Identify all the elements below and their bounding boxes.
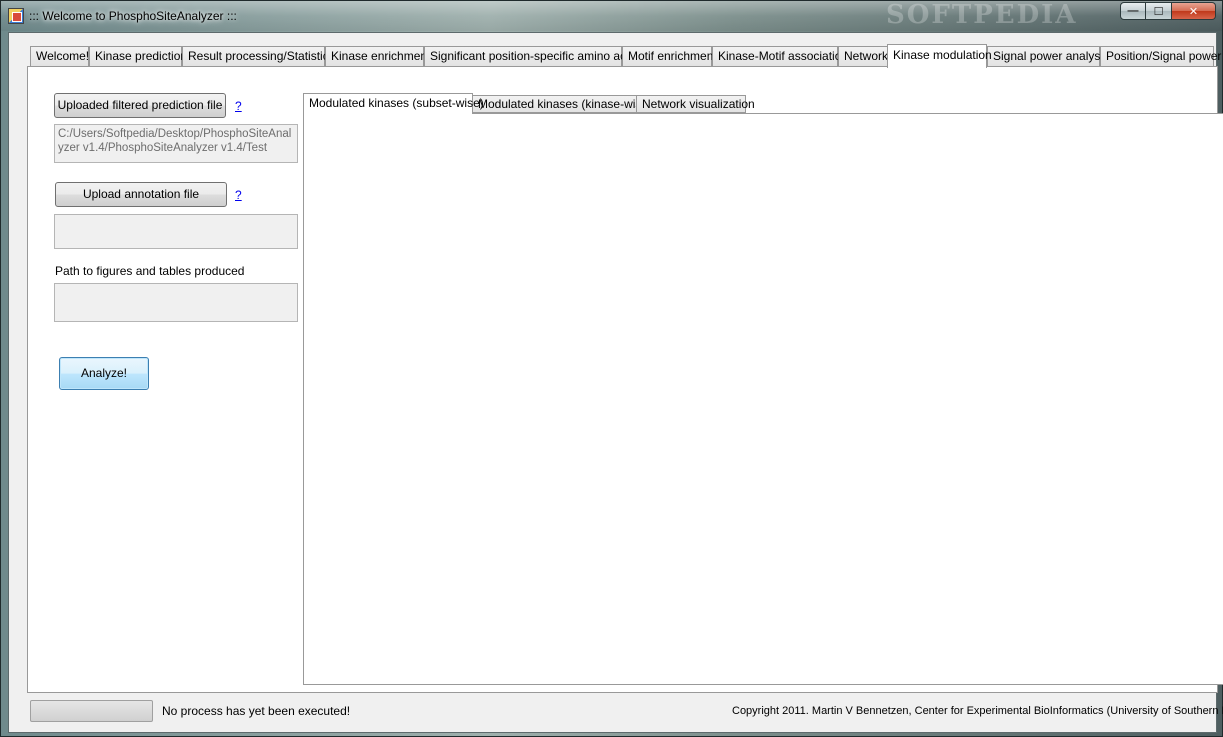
- tab-welcome[interactable]: Welcome!: [30, 46, 89, 67]
- prediction-file-path-field[interactable]: C:/Users/Softpedia/Desktop/PhosphoSiteAn…: [54, 124, 298, 163]
- subtab-network-visualization[interactable]: Network visualization: [636, 95, 755, 113]
- maximize-button[interactable]: ☐: [1146, 2, 1172, 20]
- output-path-label: Path to figures and tables produced: [55, 264, 245, 278]
- tab-network[interactable]: Network: [838, 46, 888, 67]
- minimize-button[interactable]: —: [1120, 2, 1146, 20]
- upload-annotation-file-button[interactable]: Upload annotation file: [55, 182, 227, 207]
- softpedia-watermark: SOFTPEDIA: [886, 0, 1078, 30]
- window-title: ::: Welcome to PhosphoSiteAnalyzer :::: [29, 9, 237, 23]
- subset-wise-content-panel: [303, 113, 1223, 685]
- copyright-text: Copyright 2011. Martin V Bennetzen, Cent…: [732, 705, 1223, 717]
- tab-position-signal-power[interactable]: Position/Signal power: [1100, 46, 1221, 67]
- tab-motif-enrichment[interactable]: Motif enrichment: [622, 46, 717, 67]
- help-link-prediction[interactable]: ?: [235, 99, 242, 113]
- progress-bar: [30, 700, 153, 722]
- status-bar: No process has yet been executed! Copyri…: [9, 696, 1223, 732]
- analyze-button[interactable]: Analyze!: [59, 357, 149, 390]
- application-window: ::: Welcome to PhosphoSiteAnalyzer ::: S…: [0, 0, 1223, 737]
- tab-kinase-motif-association[interactable]: Kinase-Motif association: [712, 46, 848, 67]
- tab-signal-power-analysis[interactable]: Signal power analysis: [987, 46, 1109, 67]
- annotation-file-path-field[interactable]: [54, 214, 298, 249]
- tab-kinase-modulation[interactable]: Kinase modulation: [887, 44, 992, 68]
- subtab-modulated-kinases-kinase[interactable]: Modulated kinases (kinase-wise): [472, 95, 652, 113]
- tab-significant-amino-acids[interactable]: Significant position-specific amino acid…: [424, 46, 641, 67]
- subtab-modulated-kinases-subset[interactable]: Modulated kinases (subset-wise): [303, 93, 484, 114]
- help-link-annotation[interactable]: ?: [235, 188, 242, 202]
- upload-prediction-file-button[interactable]: Uploaded filtered prediction file: [54, 93, 226, 118]
- status-message: No process has yet been executed!: [162, 704, 351, 718]
- close-button[interactable]: ✕: [1172, 2, 1216, 20]
- output-path-field[interactable]: [54, 283, 298, 322]
- tab-result-processing[interactable]: Result processing/Statistics: [182, 46, 335, 67]
- title-bar[interactable]: ::: Welcome to PhosphoSiteAnalyzer ::: S…: [1, 0, 1222, 31]
- app-icon[interactable]: [8, 8, 24, 24]
- client-area: Welcome! Kinase prediction Result proces…: [8, 32, 1223, 733]
- tab-kinase-prediction[interactable]: Kinase prediction: [89, 46, 187, 67]
- caption-buttons: — ☐ ✕: [1120, 2, 1216, 20]
- tab-kinase-enrichment[interactable]: Kinase enrichment: [325, 46, 430, 67]
